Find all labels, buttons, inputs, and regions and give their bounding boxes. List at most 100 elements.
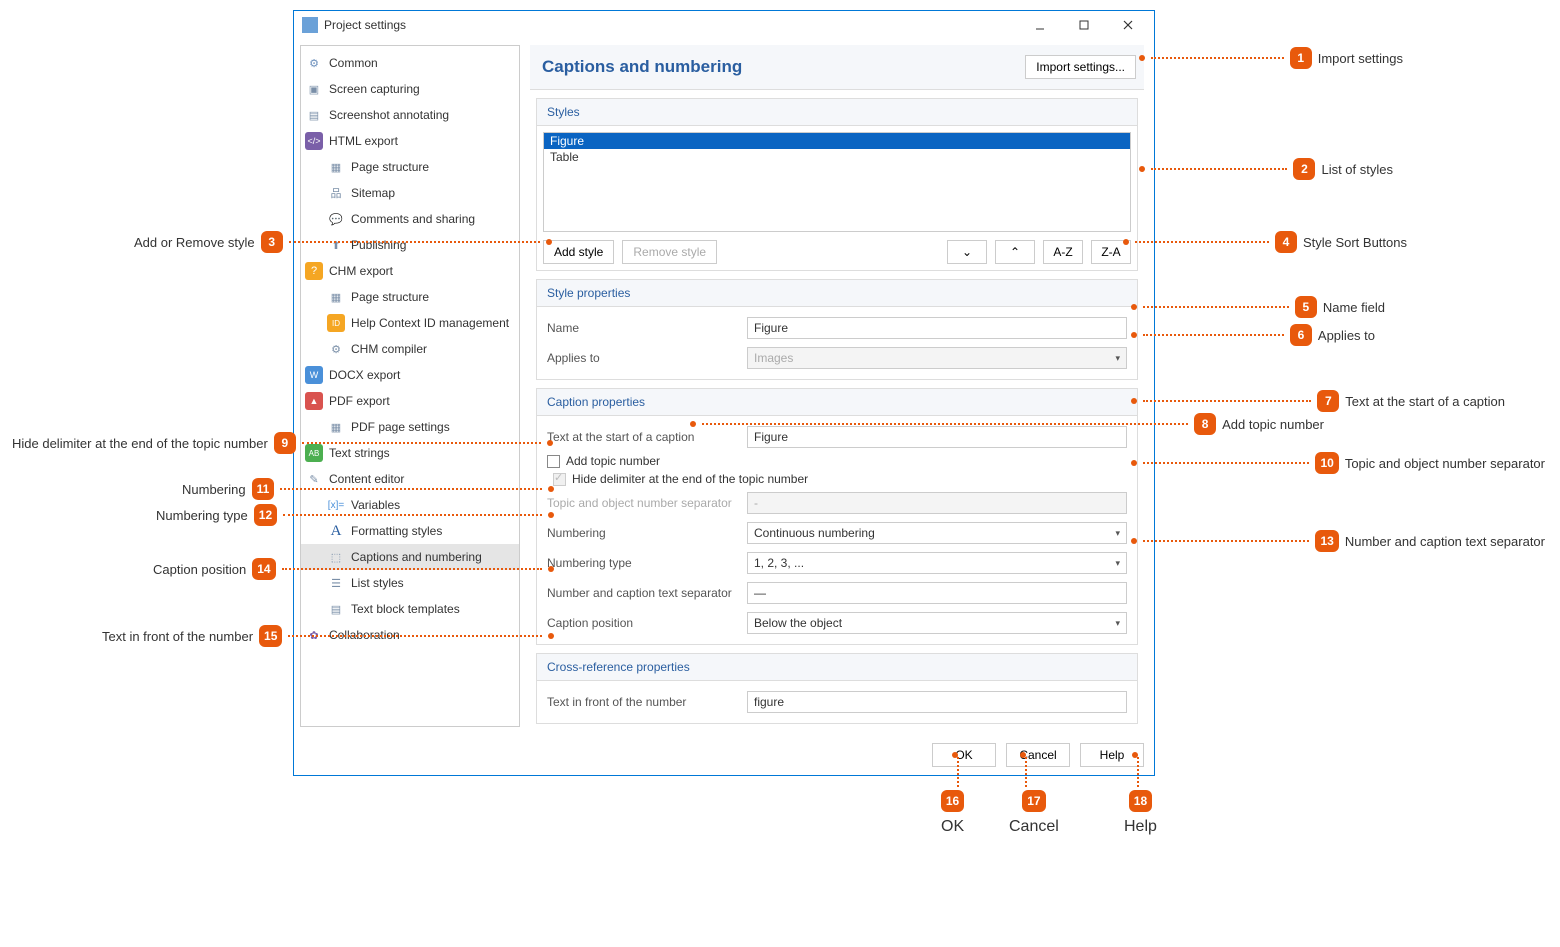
- sidebar-item-formatting-styles[interactable]: AFormatting styles: [301, 518, 519, 544]
- ok-button[interactable]: OK: [932, 743, 996, 767]
- chevron-down-icon: ▾: [1115, 618, 1120, 629]
- caption-pos-select[interactable]: Below the object▾: [747, 612, 1127, 634]
- collab-icon: ✿: [305, 626, 323, 644]
- sidebar-item-common[interactable]: ⚙Common: [301, 50, 519, 76]
- remove-style-button[interactable]: Remove style: [622, 240, 717, 264]
- captions-icon: ⬚: [327, 548, 345, 566]
- add-topic-number-label: Add topic number: [566, 454, 660, 468]
- chevron-down-icon: ⌄: [962, 245, 972, 259]
- callout-18: 18Help: [1118, 790, 1163, 836]
- sidebar-item-chm-compiler[interactable]: ⚙CHM compiler: [301, 336, 519, 362]
- maximize-button[interactable]: [1062, 11, 1106, 39]
- topic-sep-label: Topic and object number separator: [547, 496, 737, 510]
- page-icon: ▦: [327, 158, 345, 176]
- sidebar-item-docx-export[interactable]: WDOCX export: [301, 362, 519, 388]
- content-area: Captions and numbering Import settings..…: [530, 45, 1144, 727]
- sidebar-item-screenshot-annotating[interactable]: ▤Screenshot annotating: [301, 102, 519, 128]
- sidebar-item-textblock-templates[interactable]: ▤Text block templates: [301, 596, 519, 622]
- publish-icon: ⬆: [327, 236, 345, 254]
- callout-5: 5Name field: [1131, 296, 1391, 318]
- import-settings-button[interactable]: Import settings...: [1025, 55, 1136, 79]
- callout-2: 2List of styles: [1139, 158, 1399, 180]
- page-title: Captions and numbering: [542, 57, 742, 77]
- text-start-field[interactable]: Figure: [747, 426, 1127, 448]
- callout-16: 16OK: [935, 790, 970, 836]
- sidebar-item-text-strings[interactable]: ABText strings: [301, 440, 519, 466]
- text-icon: AB: [305, 444, 323, 462]
- style-row-figure[interactable]: Figure: [544, 133, 1130, 149]
- chevron-up-icon: ⌃: [1010, 245, 1020, 259]
- front-text-field[interactable]: figure: [747, 691, 1127, 713]
- comments-icon: 💬: [327, 210, 345, 228]
- project-settings-dialog: Project settings ⚙Common ▣Screen capturi…: [293, 10, 1155, 776]
- chevron-down-icon: ▾: [1115, 353, 1120, 364]
- pdf-icon: ▲: [305, 392, 323, 410]
- add-topic-number-checkbox[interactable]: [547, 455, 560, 468]
- list-icon: ☰: [327, 574, 345, 592]
- style-properties-heading: Style properties: [537, 280, 1137, 307]
- sidebar-item-chm-export[interactable]: ?CHM export: [301, 258, 519, 284]
- editor-icon: ✎: [305, 470, 323, 488]
- variables-icon: [x]=: [327, 496, 345, 514]
- sidebar-item-sitemap[interactable]: 品Sitemap: [301, 180, 519, 206]
- styles-panel: Styles Figure Table Add style Remove sty…: [536, 98, 1138, 271]
- sidebar-item-help-context[interactable]: IDHelp Context ID management: [301, 310, 519, 336]
- applies-to-label: Applies to: [547, 351, 737, 365]
- formatting-icon: A: [327, 522, 345, 540]
- topic-sep-field: -: [747, 492, 1127, 514]
- style-row-table[interactable]: Table: [544, 149, 1130, 165]
- move-down-button[interactable]: ⌄: [947, 240, 987, 264]
- sidebar-item-page-structure[interactable]: ▦Page structure: [301, 154, 519, 180]
- callout-line-17: [1025, 757, 1027, 787]
- cancel-button[interactable]: Cancel: [1006, 743, 1070, 767]
- sidebar-item-comments[interactable]: 💬Comments and sharing: [301, 206, 519, 232]
- numtype-label: Numbering type: [547, 556, 737, 570]
- hide-delimiter-checkbox: [553, 473, 566, 486]
- move-up-button[interactable]: ⌃: [995, 240, 1035, 264]
- sort-za-button[interactable]: Z-A: [1091, 240, 1131, 264]
- front-text-label: Text in front of the number: [547, 695, 737, 709]
- annotate-icon: ▤: [305, 106, 323, 124]
- callout-1: 1Import settings: [1139, 47, 1409, 69]
- window-title: Project settings: [324, 18, 406, 32]
- callout-6: 6Applies to: [1131, 324, 1381, 346]
- sidebar-item-html-export[interactable]: </>HTML export: [301, 128, 519, 154]
- caption-properties-heading: Caption properties: [537, 389, 1137, 416]
- numtype-select[interactable]: 1, 2, 3, ...▾: [747, 552, 1127, 574]
- applies-to-select[interactable]: Images▾: [747, 347, 1127, 369]
- id-icon: ID: [327, 314, 345, 332]
- template-icon: ▤: [327, 600, 345, 618]
- camera-icon: ▣: [305, 80, 323, 98]
- add-style-button[interactable]: Add style: [543, 240, 614, 264]
- numcap-sep-field[interactable]: —: [747, 582, 1127, 604]
- chevron-down-icon: ▾: [1115, 528, 1120, 539]
- sidebar-item-pdf-page-settings[interactable]: ▦PDF page settings: [301, 414, 519, 440]
- sitemap-icon: 品: [327, 184, 345, 202]
- sidebar-item-publishing[interactable]: ⬆Publishing: [301, 232, 519, 258]
- name-field[interactable]: Figure: [747, 317, 1127, 339]
- numbering-select[interactable]: Continuous numbering▾: [747, 522, 1127, 544]
- settings-tree[interactable]: ⚙Common ▣Screen capturing ▤Screenshot an…: [300, 45, 520, 727]
- sidebar-item-content-editor[interactable]: ✎Content editor: [301, 466, 519, 492]
- sidebar-item-captions-numbering[interactable]: ⬚Captions and numbering: [301, 544, 519, 570]
- crossref-heading: Cross-reference properties: [537, 654, 1137, 681]
- sort-az-button[interactable]: A-Z: [1043, 240, 1083, 264]
- page-icon: ▦: [327, 418, 345, 436]
- styles-list[interactable]: Figure Table: [543, 132, 1131, 232]
- callout-line-18: [1137, 757, 1139, 787]
- sidebar-item-variables[interactable]: [x]=Variables: [301, 492, 519, 518]
- sidebar-item-pdf-export[interactable]: ▲PDF export: [301, 388, 519, 414]
- page-icon: ▦: [327, 288, 345, 306]
- sidebar-item-screen-capturing[interactable]: ▣Screen capturing: [301, 76, 519, 102]
- numbering-label: Numbering: [547, 526, 737, 540]
- minimize-button[interactable]: [1018, 11, 1062, 39]
- sidebar-item-collaboration[interactable]: ✿Collaboration: [301, 622, 519, 648]
- sidebar-item-chm-page-structure[interactable]: ▦Page structure: [301, 284, 519, 310]
- crossref-panel: Cross-reference properties Text in front…: [536, 653, 1138, 724]
- text-start-label: Text at the start of a caption: [547, 430, 737, 444]
- sidebar-item-list-styles[interactable]: ☰List styles: [301, 570, 519, 596]
- close-button[interactable]: [1106, 11, 1150, 39]
- callout-10: 10Topic and object number separator: [1131, 452, 1551, 474]
- html-icon: </>: [305, 132, 323, 150]
- caption-pos-label: Caption position: [547, 616, 737, 630]
